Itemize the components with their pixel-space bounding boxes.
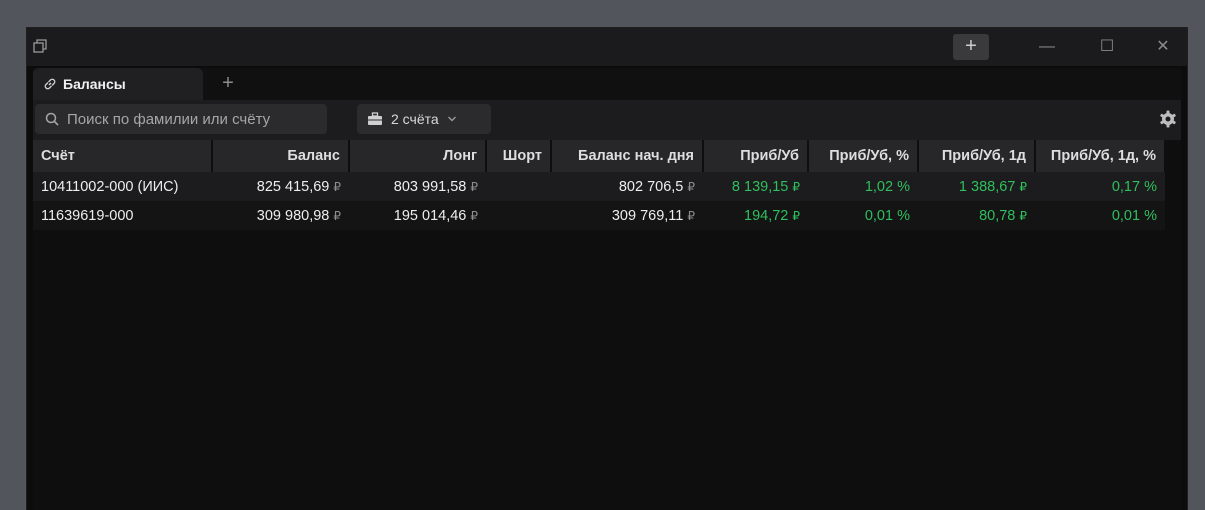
cell-balance-start: 802 706,5 ₽ (551, 172, 703, 201)
cell-value: 8 139,15 (731, 178, 789, 195)
ruble-icon: ₽ (1019, 208, 1027, 223)
balances-window: + — ☐ ✕ Балансы + Поиск по фамилии или с… (26, 27, 1188, 510)
cell-pnl-1d: 80,78 ₽ (918, 201, 1035, 230)
add-widget-button[interactable]: + (953, 34, 989, 60)
cell-short (486, 172, 551, 201)
cell-account: 11639619-000 (33, 201, 212, 230)
column-header-balance-start[interactable]: Баланс нач. дня (551, 140, 704, 172)
cell-pnl-1d-pct: 0,01 % (1035, 201, 1165, 230)
cell-pnl-pct: 1,02 % (808, 172, 918, 201)
ruble-icon: ₽ (792, 179, 800, 194)
ruble-icon: ₽ (333, 179, 341, 194)
cell-account: 10411002-000 (ИИС) (33, 172, 212, 201)
ruble-icon: ₽ (687, 179, 695, 194)
cell-pnl-1d: 1 388,67 ₽ (918, 172, 1035, 201)
cell-value: 802 706,5 (618, 178, 684, 195)
cell-balance-start: 309 769,11 ₽ (551, 201, 703, 230)
tab-bar: Балансы + (33, 68, 1181, 100)
column-header-balance[interactable]: Баланс (212, 140, 350, 172)
ruble-icon: ₽ (470, 179, 478, 194)
table-header-row: Счёт Баланс Лонг Шорт Баланс нач. дня Пр… (33, 140, 1166, 172)
window-titlebar[interactable]: + — ☐ ✕ (27, 28, 1187, 66)
link-icon (44, 78, 56, 90)
table-row[interactable]: 11639619-000 309 980,98 ₽ 195 014,46 ₽ 309… (33, 201, 1165, 230)
accounts-dropdown[interactable]: 2 счёта (357, 104, 491, 134)
close-button[interactable]: ✕ (1145, 34, 1181, 60)
cell-value: 825 415,69 (256, 178, 330, 195)
table-row[interactable]: 10411002-000 (ИИС) 825 415,69 ₽ 803 991,5… (33, 172, 1165, 201)
cell-pnl: 8 139,15 ₽ (703, 172, 808, 201)
gear-icon[interactable] (1159, 110, 1177, 128)
ruble-icon: ₽ (687, 208, 695, 223)
cell-value: 80,78 (979, 207, 1016, 224)
cell-value: 803 991,58 (393, 178, 467, 195)
ruble-icon: ₽ (333, 208, 341, 223)
cell-value: 309 769,11 (611, 207, 684, 224)
cell-balance: 309 980,98 ₽ (212, 201, 349, 230)
cell-pnl: 194,72 ₽ (703, 201, 808, 230)
column-header-pnl-1d[interactable]: Приб/Уб, 1д (918, 140, 1036, 172)
toolbar: 2 счёта (33, 100, 1181, 140)
search-icon (45, 112, 59, 126)
cell-pnl-pct: 0,01 % (808, 201, 918, 230)
column-header-short[interactable]: Шорт (486, 140, 552, 172)
chevron-down-icon (447, 116, 456, 122)
balances-table: Счёт Баланс Лонг Шорт Баланс нач. дня Пр… (33, 140, 1166, 230)
search-box[interactable] (35, 104, 327, 134)
cell-pnl-1d-pct: 0,17 % (1035, 172, 1165, 201)
accounts-dropdown-label: 2 счёта (391, 111, 439, 127)
column-header-pnl-pct[interactable]: Приб/Уб, % (808, 140, 919, 172)
ruble-icon: ₽ (792, 208, 800, 223)
cell-value: 309 980,98 (256, 207, 330, 224)
balances-panel: Балансы + 2 счёта (33, 68, 1181, 510)
column-header-pnl-1d-pct[interactable]: Приб/Уб, 1д, % (1035, 140, 1166, 172)
minimize-button[interactable]: — (1029, 34, 1065, 60)
tab-balances[interactable]: Балансы (33, 68, 203, 100)
cell-value: 194,72 (744, 207, 789, 224)
detach-window-icon[interactable] (33, 39, 47, 53)
tab-balances-label: Балансы (63, 76, 126, 92)
column-header-long[interactable]: Лонг (349, 140, 487, 172)
column-header-account[interactable]: Счёт (33, 140, 213, 172)
cell-long: 195 014,46 ₽ (349, 201, 486, 230)
search-input[interactable] (67, 110, 317, 128)
add-tab-button[interactable]: + (217, 72, 239, 94)
ruble-icon: ₽ (470, 208, 478, 223)
cell-balance: 825 415,69 ₽ (212, 172, 349, 201)
briefcase-icon (368, 112, 382, 125)
cell-value: 195 014,46 (393, 207, 467, 224)
maximize-button[interactable]: ☐ (1089, 34, 1125, 60)
cell-value: 1 388,67 (958, 178, 1016, 195)
column-header-pnl[interactable]: Приб/Уб (703, 140, 809, 172)
ruble-icon: ₽ (1019, 179, 1027, 194)
cell-long: 803 991,58 ₽ (349, 172, 486, 201)
cell-short (486, 201, 551, 230)
